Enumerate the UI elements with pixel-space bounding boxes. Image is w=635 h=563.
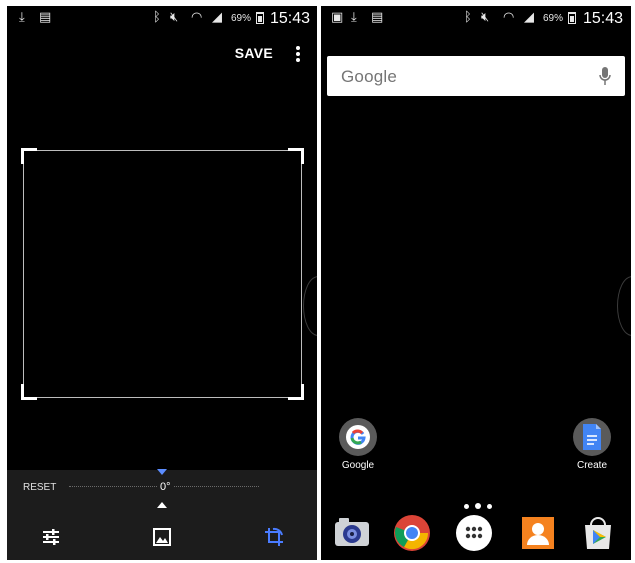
home-screen: ▣ ⤓ ▤ ᛒ 🔇︎ ◠ ◢ 69% 15:43 Google Google C… — [321, 6, 631, 560]
crop-handle-bottom-right[interactable] — [288, 384, 304, 400]
angle-value: 0° — [157, 481, 174, 493]
image-icon[interactable] — [151, 526, 173, 548]
app-drawer-icon[interactable] — [455, 514, 493, 552]
document-icon: ▤ — [39, 10, 52, 25]
crop-frame[interactable] — [21, 148, 304, 400]
mute-icon: 🔇︎ — [481, 10, 490, 25]
download-icon: ⤓ — [351, 10, 357, 25]
mute-icon: 🔇︎ — [170, 10, 179, 25]
crop-handle-bottom-left[interactable] — [21, 384, 37, 400]
google-logo: Google — [341, 67, 398, 86]
camera-icon[interactable] — [333, 514, 371, 552]
app-label: Google — [341, 460, 375, 471]
google-app-icon — [339, 418, 377, 456]
reset-button[interactable]: RESET — [23, 482, 56, 493]
app-label: Create — [576, 460, 607, 471]
editor-screen: ⤓ ▤ ᛒ 🔇︎ ◠ ◢ 69% 15:43 SAVE RESET 0° — [7, 6, 317, 560]
signal-icon: ◢ — [524, 10, 534, 25]
clock: 15:43 — [270, 10, 311, 27]
ruler-pointer-top — [157, 469, 167, 475]
ruler-pointer-bottom — [157, 502, 167, 508]
google-app[interactable]: Google — [335, 418, 381, 471]
signal-icon: ◢ — [212, 10, 222, 25]
status-bar: ⤓ ▤ ᛒ 🔇︎ ◠ ◢ 69% 15:43 — [7, 6, 317, 32]
battery-icon — [568, 12, 576, 24]
crop-handle-top-right[interactable] — [288, 148, 304, 164]
tune-icon[interactable] — [40, 526, 62, 548]
page-indicator — [461, 496, 501, 509]
crop-handle-top-left[interactable] — [21, 148, 37, 164]
document-icon: ▤ — [371, 10, 384, 25]
play-store-icon[interactable] — [579, 514, 617, 552]
bluetooth-icon: ᛒ — [153, 10, 161, 25]
download-icon: ⤓ — [19, 10, 25, 25]
status-bar: ▣ ⤓ ▤ ᛒ 🔇︎ ◠ ◢ 69% 15:43 — [321, 6, 631, 32]
google-search-bar[interactable]: Google — [327, 56, 625, 96]
image-icon: ▣ — [331, 10, 344, 25]
crop-rotate-icon[interactable] — [263, 526, 285, 548]
battery-percent: 69% — [543, 13, 564, 24]
clock: 15:43 — [583, 10, 624, 27]
create-app[interactable]: Create — [569, 418, 615, 471]
edge-panel-handle[interactable] — [617, 276, 631, 336]
save-button[interactable]: SAVE — [235, 45, 273, 61]
editor-bottom-panel: RESET 0° — [7, 469, 317, 560]
wifi-icon: ◠ — [191, 10, 203, 25]
battery-percent: 69% — [231, 13, 252, 24]
contacts-icon[interactable] — [519, 514, 557, 552]
battery-icon — [256, 12, 264, 24]
wifi-icon: ◠ — [503, 10, 515, 25]
docs-create-icon — [573, 418, 611, 456]
more-vert-icon[interactable] — [295, 46, 301, 62]
chrome-icon[interactable] — [393, 514, 431, 552]
edge-panel-handle[interactable] — [303, 276, 317, 336]
bluetooth-icon: ᛒ — [464, 10, 472, 25]
mic-icon[interactable] — [599, 66, 611, 86]
